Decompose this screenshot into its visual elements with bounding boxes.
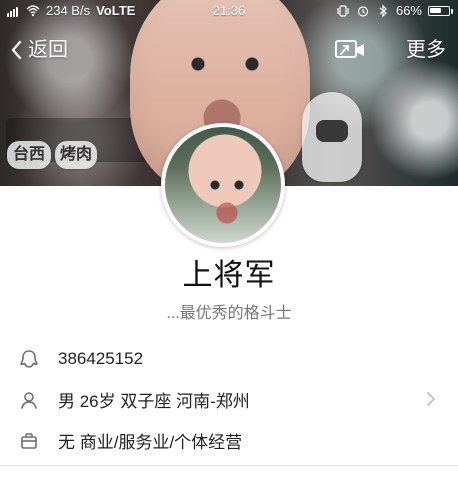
battery-icon <box>428 6 453 16</box>
chevron-left-icon <box>11 40 22 60</box>
profile-screen: 台西 烤肉 234 B/s VoLTE 21:36 66% 返回 更多 上将军 … <box>0 0 458 481</box>
avatar[interactable] <box>161 123 285 247</box>
battery-percent: 66% <box>395 3 422 18</box>
status-bar: 234 B/s VoLTE 21:36 66% <box>0 0 458 22</box>
chevron-right-icon <box>427 392 435 406</box>
alarm-icon <box>357 6 369 17</box>
qq-number: 386425152 <box>58 348 144 368</box>
cover-emblem <box>302 92 362 182</box>
profile-bio: ...最优秀的格斗士 <box>166 305 292 322</box>
basic-info: 男 26岁 双子座 河南-郑州 <box>58 392 250 411</box>
info-row-occupation[interactable]: 无 商业/服务业/个体经营 <box>0 420 458 461</box>
user-icon <box>21 391 37 409</box>
bluetooth-icon <box>379 4 387 18</box>
battery-level <box>430 8 441 13</box>
back-label: 返回 <box>28 39 68 61</box>
vibrate-icon <box>337 5 349 17</box>
profile-name: 上将军 <box>182 259 276 292</box>
info-list: 386425152 男 26岁 双子座 河南-郑州 无 商业/服务业/个体经营 <box>0 338 458 461</box>
briefcase-icon <box>21 432 37 449</box>
status-right: 66% <box>336 0 453 22</box>
info-row-qq[interactable]: 386425152 <box>0 338 458 379</box>
screen-cast-button[interactable] <box>334 34 366 66</box>
cover-chip-2: 烤肉 <box>55 141 97 169</box>
top-nav: 返回 更多 <box>0 28 458 72</box>
qq-penguin-icon <box>20 349 38 368</box>
occupation-info: 无 商业/服务业/个体经营 <box>58 433 243 452</box>
back-button[interactable]: 返回 <box>8 34 68 66</box>
bottom-divider <box>0 465 458 466</box>
cover-chip-1: 台西 <box>7 141 51 169</box>
more-button[interactable]: 更多 <box>406 34 446 66</box>
info-row-basic[interactable]: 男 26岁 双子座 河南-郑州 <box>0 379 458 420</box>
screen-cast-icon <box>335 40 364 58</box>
